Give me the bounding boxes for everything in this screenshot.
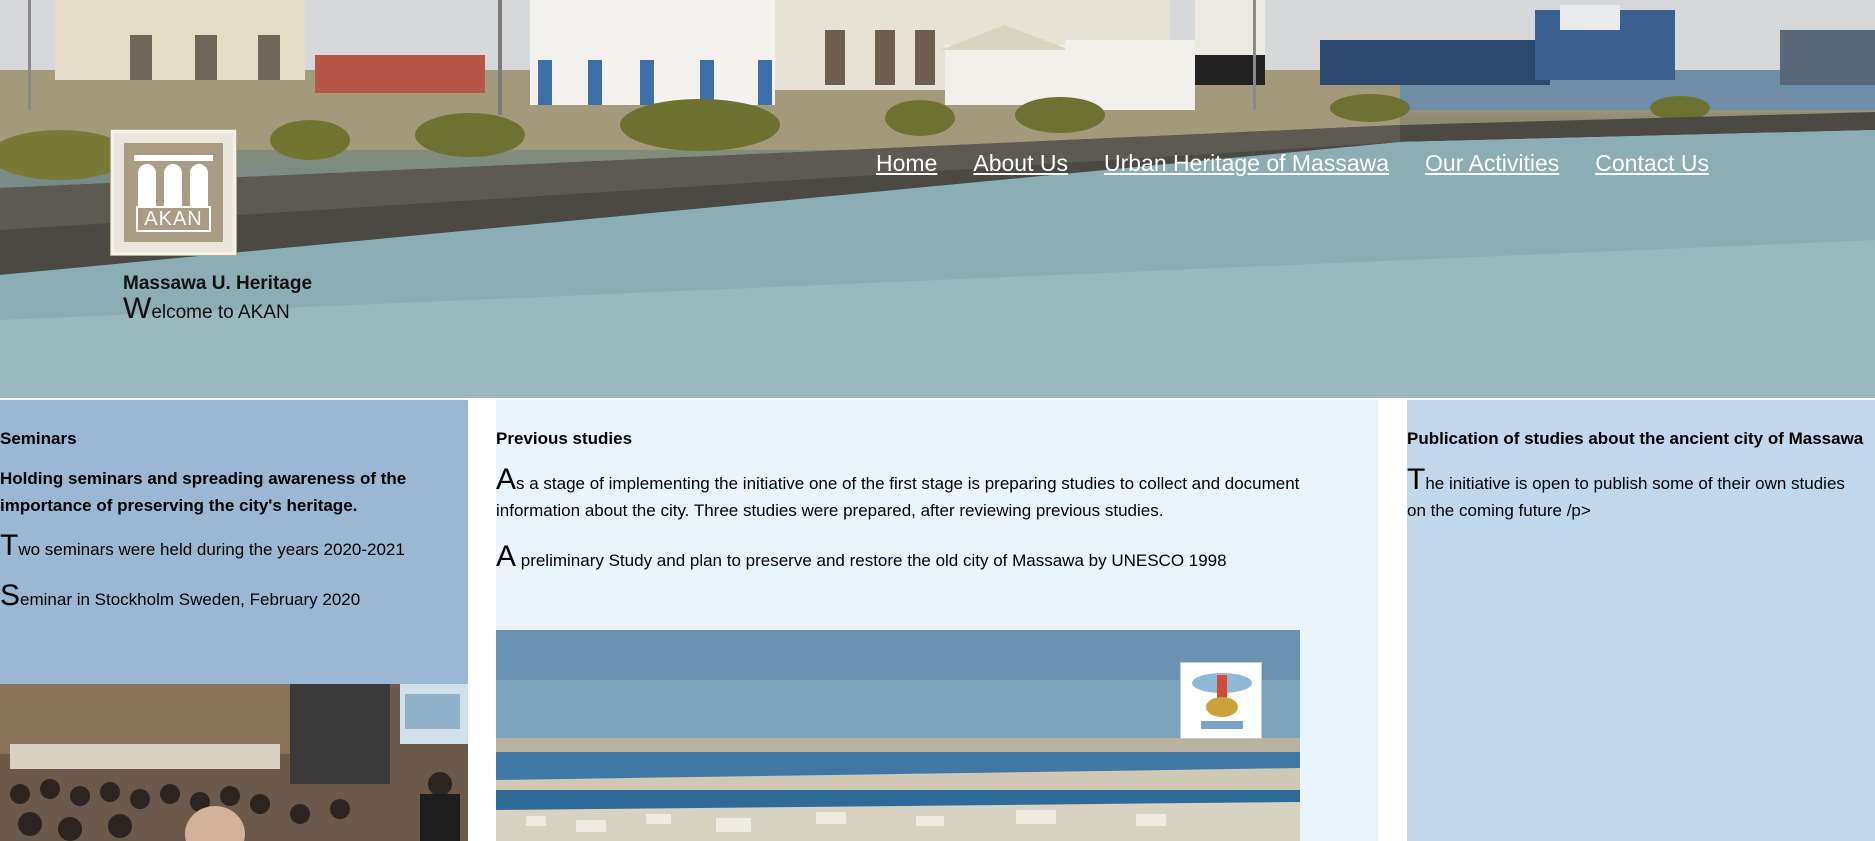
publication-heading: Publication of studies about the ancient…: [1407, 429, 1864, 448]
nav-home[interactable]: Home: [876, 150, 937, 177]
welcome-dropcap: W: [123, 292, 152, 325]
arches-icon: [134, 155, 213, 209]
dropcap: S: [0, 579, 21, 612]
publication-paragraph: The initiative is open to publish some o…: [1407, 465, 1862, 524]
main-nav: Home About Us Urban Heritage of Massawa …: [876, 150, 1709, 177]
column-divider: [1378, 400, 1407, 841]
studies-section: Previous studies As a stage of implement…: [496, 400, 1378, 841]
logo-text: AKAN: [136, 206, 211, 232]
harbor-photo: [0, 0, 1875, 398]
welcome-rest: elcome to AKAN: [151, 302, 290, 323]
nav-about-us[interactable]: About Us: [973, 150, 1068, 177]
nav-our-activities[interactable]: Our Activities: [1425, 150, 1559, 177]
nav-urban-heritage[interactable]: Urban Heritage of Massawa: [1104, 150, 1389, 177]
paragraph-text: s a stage of implementing the initiative…: [496, 474, 1300, 520]
seminars-heading: Seminars: [0, 429, 77, 448]
paragraph-text: he initiative is open to publish some of…: [1407, 474, 1845, 520]
welcome-text: Welcome to AKAN: [123, 294, 290, 324]
seminars-paragraph: Seminar in Stockholm Sweden, February 20…: [0, 581, 460, 613]
akan-logo[interactable]: AKAN: [111, 130, 236, 255]
dropcap: T: [0, 529, 19, 562]
unesco-logo: [1180, 662, 1262, 739]
column-divider: [468, 400, 496, 841]
seminars-paragraph: Two seminars were held during the years …: [0, 531, 460, 563]
hero-banner: AKAN Massawa U. Heritage Welcome to AKAN…: [0, 0, 1875, 398]
paragraph-text: wo seminars were held during the years 2…: [18, 540, 405, 559]
studies-paragraph: A preliminary Study and plan to preserve…: [496, 542, 1336, 574]
seminar-audience-image: [0, 684, 468, 841]
dropcap: A: [496, 463, 517, 496]
paragraph-text: preliminary Study and plan to preserve a…: [516, 551, 1227, 570]
seminars-section: Seminars Holding seminars and spreading …: [0, 400, 468, 841]
seminars-subheading: Holding seminars and spreading awareness…: [0, 469, 407, 515]
publication-section: Publication of studies about the ancient…: [1407, 400, 1875, 841]
dropcap: T: [1407, 463, 1426, 496]
paragraph-text: eminar in Stockholm Sweden, February 202…: [20, 590, 361, 609]
unesco-emblem-icon: [1192, 673, 1252, 729]
seminar-photo: [0, 684, 468, 841]
studies-paragraph: As a stage of implementing the initiativ…: [496, 465, 1336, 524]
nav-contact-us[interactable]: Contact Us: [1595, 150, 1709, 177]
logo-arch-icon: AKAN: [124, 143, 223, 242]
studies-heading: Previous studies: [496, 429, 633, 448]
massawa-aerial-photo: [496, 630, 1300, 841]
dropcap: A: [496, 540, 517, 573]
site-title: Massawa U. Heritage: [123, 273, 313, 294]
